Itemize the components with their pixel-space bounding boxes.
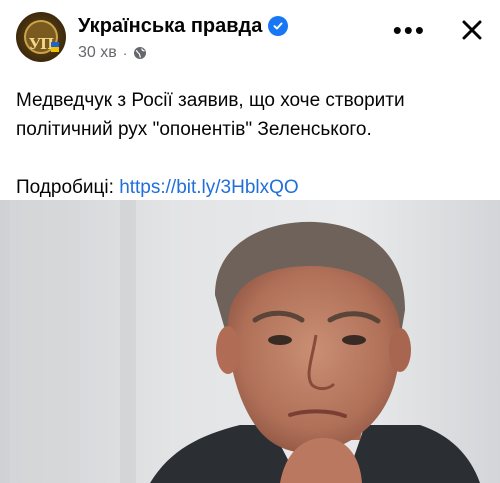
details-label: Подробиці: <box>16 177 114 198</box>
post-text: Медведчук з Росії заявив, що хоче створи… <box>16 86 484 202</box>
post-link[interactable]: https://bit.ly/3HblxQO <box>119 177 299 198</box>
post-text-line-2: політичний рух "опонентів" Зеленського. <box>16 119 372 140</box>
post-subline: 30 хв · <box>78 44 288 62</box>
page-name[interactable]: Українська правда <box>78 14 262 38</box>
separator-dot: · <box>122 45 128 61</box>
post-text-line-1: Медведчук з Росії заявив, що хоче створи… <box>16 90 405 111</box>
post-meta: Українська правда 30 хв · <box>78 14 289 62</box>
globe-icon <box>133 46 147 60</box>
portrait-illustration <box>0 200 500 483</box>
post-timestamp[interactable]: 30 хв <box>78 44 117 62</box>
verified-badge-icon <box>268 16 289 36</box>
post-photo[interactable] <box>0 200 500 483</box>
post-header: УП Українська правда 30 хв · ••• <box>16 12 484 64</box>
header-actions: ••• <box>393 17 484 43</box>
details-line: Подробиці: https://bit.ly/3HblxQO <box>16 173 484 202</box>
avatar-emblem: УП <box>24 20 59 54</box>
name-row: Українська правда <box>78 14 289 38</box>
more-options-icon[interactable]: ••• <box>393 17 426 43</box>
facebook-post: УП Українська правда 30 хв · ••• Медведч… <box>0 0 500 483</box>
close-icon[interactable] <box>460 18 484 42</box>
page-avatar[interactable]: УП <box>16 12 66 62</box>
flag-yellow-stripe <box>51 47 59 52</box>
